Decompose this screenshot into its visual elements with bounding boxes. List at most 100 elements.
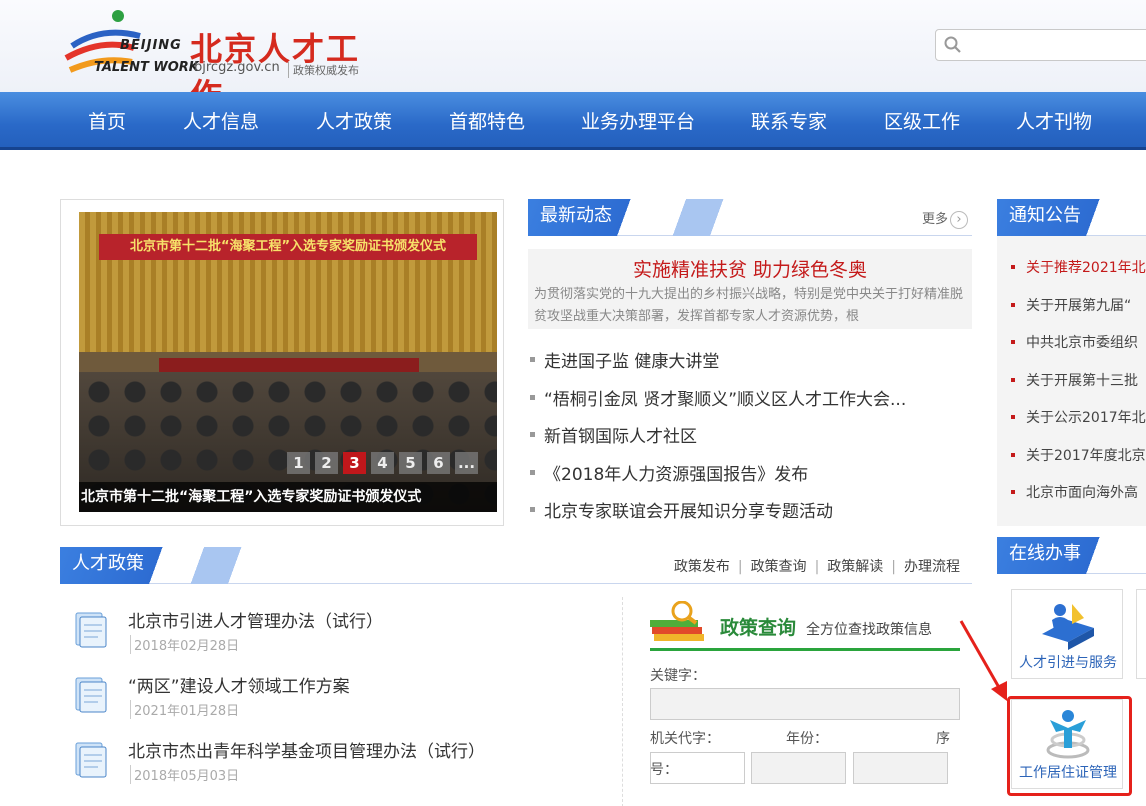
slide-caption[interactable]: 北京市第十二批“海聚工程”入选专家奖励证书颁发仪式 [79, 482, 497, 512]
service-talent-intro[interactable]: 人才引进与服务 [1011, 589, 1123, 679]
slide-page-3[interactable]: 3 [343, 452, 366, 474]
nav-item-district-work[interactable]: 区级工作 [884, 107, 960, 134]
slide-pager: 1 2 3 4 5 6 ... [287, 452, 483, 474]
notice-item[interactable]: 北京市面向海外高 [997, 482, 1146, 520]
talent-policy-panel: 人才政策 政策发布 | 政策查询 | 政策解读 | 办理流程 北京市引进人才管理办法（试行）… [60, 547, 972, 806]
notice-list: 关于推荐2021年北 关于开展第九届“ 中共北京市委组织 关于开展第十三批 关于… [997, 257, 1146, 520]
policy-links: 政策发布 | 政策查询 | 政策解读 | 办理流程 [674, 556, 960, 576]
policy-item-date: 2018年05月03日 [130, 765, 239, 784]
image-slider: 北京市第十二批“海聚工程”入选专家奖励证书颁发仪式 1 2 3 4 5 6 ..… [60, 199, 504, 526]
policy-link-query[interactable]: 政策查询 [751, 559, 807, 575]
site-header: BEIJING TALENT WORK 北京人才工作 bjrcgz.gov.cn… [0, 0, 1146, 114]
org-code-label: 机关代字： [650, 731, 720, 747]
news-item[interactable]: 《2018年人力资源强国报告》发布 [528, 460, 972, 498]
news-item[interactable]: 新首钢国际人才社区 [528, 422, 972, 460]
policy-link-publish[interactable]: 政策发布 [674, 559, 730, 575]
policy-item-date: 2018年02月28日 [130, 635, 239, 654]
year-input[interactable] [751, 752, 846, 784]
notice-item[interactable]: 关于开展第十三批 [997, 370, 1146, 408]
news-more-label: 更多 [921, 212, 948, 227]
latest-news-panel: 最新动态 更多 › 实施精准扶贫 助力绿色冬奥 为贯彻落实党的十九大提出的乡村振兴… [528, 199, 972, 529]
policy-list: 北京市引进人才管理办法（试行） 2018年02月28日 “两区”建设人才领域工作… [60, 597, 620, 792]
nav-item-talent-info[interactable]: 人才信息 [183, 107, 259, 134]
nav-item-home[interactable]: 首页 [88, 107, 126, 134]
headline-summary: 为贯彻落实党的十九大提出的乡村振兴战略，特别是党中央关于打好精准脱贫攻坚战重大决… [534, 287, 964, 324]
news-item[interactable]: 走进国子监 健康大讲堂 [528, 347, 972, 385]
nav-item-publications[interactable]: 人才刊物 [1016, 107, 1092, 134]
org-code-input[interactable] [650, 752, 745, 784]
policy-item: 北京市引进人才管理办法（试行） 2018年02月28日 [60, 597, 620, 662]
chevron-right-icon: › [950, 210, 968, 229]
seq-input[interactable] [853, 752, 948, 784]
year-label: 年份： [786, 731, 828, 747]
policy-query-form: 政策查询 全方位查找政策信息 关键字： 机关代字： 年份： 序 号： [650, 597, 960, 806]
document-icon [75, 742, 107, 778]
stage-curtain [79, 212, 497, 352]
policy-item-title[interactable]: “两区”建设人才领域工作方案 [128, 672, 350, 697]
logo-en-line2: TALENT WORK [94, 60, 199, 75]
notice-title: 通知公告 [997, 199, 1115, 236]
nav-item-talent-policy[interactable]: 人才政策 [316, 107, 392, 134]
document-icon [75, 612, 107, 648]
slide-page-6[interactable]: 6 [427, 452, 450, 474]
policy-title: 人才政策 [60, 547, 178, 584]
talent-intro-icon [1042, 604, 1094, 650]
tab-deco [658, 199, 738, 236]
notice-header: 通知公告 [997, 199, 1146, 236]
news-title: 最新动态 [528, 199, 646, 236]
slide-page-5[interactable]: 5 [399, 452, 422, 474]
policy-item: 北京市杰出青年科学基金项目管理办法（试行） 2018年05月03日 [60, 727, 620, 792]
slide-page-more[interactable]: ... [455, 452, 478, 474]
notice-item[interactable]: 关于开展第九届“ [997, 295, 1146, 333]
news-more-link[interactable]: 更多 › [922, 208, 968, 229]
news-list: 走进国子监 健康大讲堂 “梧桐引金凤 贤才聚顺义”顺义区人才工作大会... 新首… [528, 347, 972, 535]
tab-deco [176, 547, 256, 584]
policy-link-interpret[interactable]: 政策解读 [827, 559, 883, 575]
logo-domain: bjrcgz.gov.cn [194, 60, 280, 75]
query-subtitle: 全方位查找政策信息 [806, 622, 932, 638]
service-partial[interactable] [1136, 589, 1146, 679]
notice-item[interactable]: 关于2017年度北京 [997, 445, 1146, 483]
slide-page-1[interactable]: 1 [287, 452, 310, 474]
link-separator: | [737, 559, 743, 575]
news-item[interactable]: 北京专家联谊会开展知识分享专题活动 [528, 497, 972, 535]
highlight-box [1007, 696, 1132, 796]
nav-item-contact-experts[interactable]: 联系专家 [751, 107, 827, 134]
nav-item-capital-feature[interactable]: 首都特色 [449, 107, 525, 134]
notice-panel: 通知公告 关于推荐2021年北 关于开展第九届“ 中共北京市委组织 关于开展第十… [997, 199, 1146, 529]
link-separator: | [814, 559, 820, 575]
site-logo[interactable]: BEIJING TALENT WORK 北京人才工作 bjrcgz.gov.cn… [62, 8, 382, 114]
books-magnifier-icon [650, 601, 704, 641]
news-header: 最新动态 [528, 199, 972, 236]
podium-table [159, 358, 419, 372]
service-label: 人才引进与服务 [1019, 655, 1117, 671]
query-title: 政策查询 [720, 617, 797, 639]
policy-item: “两区”建设人才领域工作方案 2021年01月28日 [60, 662, 620, 727]
notice-item[interactable]: 关于推荐2021年北 [997, 257, 1146, 295]
seq-label-1: 序 [936, 731, 950, 747]
query-underline [650, 648, 960, 651]
nav-item-business-platform[interactable]: 业务办理平台 [581, 107, 695, 134]
keyword-input[interactable] [650, 688, 960, 720]
main-nav: 首页 人才信息 人才政策 首都特色 业务办理平台 联系专家 区级工作 人才刊物 [0, 92, 1146, 150]
document-icon [75, 677, 107, 713]
headline-title[interactable]: 实施精准扶贫 助力绿色冬奥 [528, 255, 972, 282]
policy-item-title[interactable]: 北京市引进人才管理办法（试行） [128, 607, 383, 632]
keyword-label: 关键字： [650, 668, 706, 684]
news-item[interactable]: “梧桐引金凤 贤才聚顺义”顺义区人才工作大会... [528, 385, 972, 423]
online-header: 在线办事 [997, 537, 1146, 574]
online-title: 在线办事 [997, 537, 1115, 574]
link-separator: | [891, 559, 896, 575]
slide-page-2[interactable]: 2 [315, 452, 338, 474]
slide-page-4[interactable]: 4 [371, 452, 394, 474]
policy-item-title[interactable]: 北京市杰出青年科学基金项目管理办法（试行） [128, 737, 485, 762]
logo-en-line1: BEIJING [120, 38, 182, 53]
search-icon[interactable] [944, 36, 962, 54]
notice-item[interactable]: 中共北京市委组织 [997, 332, 1146, 370]
logo-slogan: 政策权威发布 [288, 62, 359, 78]
policy-link-process[interactable]: 办理流程 [904, 559, 960, 575]
search-input[interactable] [935, 29, 1146, 61]
headline-block: 实施精准扶贫 助力绿色冬奥 为贯彻落实党的十九大提出的乡村振兴战略，特别是党中央… [528, 249, 972, 329]
notice-item[interactable]: 关于公示2017年北 [997, 407, 1146, 445]
arrow-annotation-icon [959, 620, 1007, 701]
